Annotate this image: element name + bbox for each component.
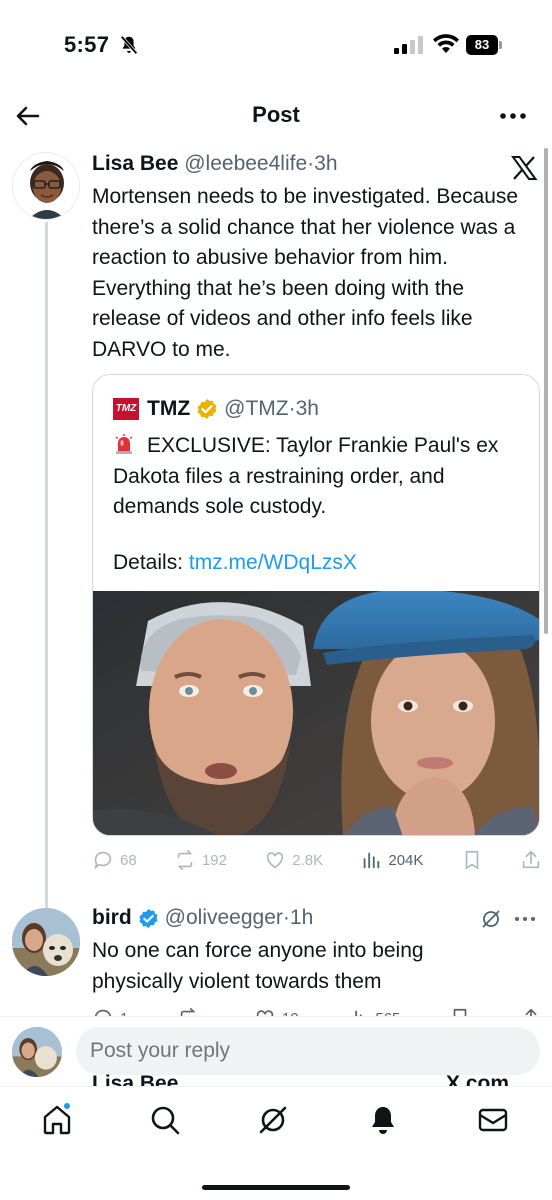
share-icon — [522, 850, 540, 869]
search-icon — [151, 1106, 180, 1135]
quote-body-text: EXCLUSIVE: Taylor Frankie Paul's ex Dako… — [113, 434, 499, 518]
mail-icon — [478, 1108, 508, 1132]
reply-meta-separator: · — [282, 906, 290, 929]
home-indicator — [202, 1185, 350, 1190]
reply-count: 68 — [120, 851, 137, 869]
repost-count: 192 — [201, 851, 227, 869]
reply-author-handle[interactable]: @oliveegger — [165, 906, 283, 930]
next-post-peek: Lisa Bee X.com — [0, 1072, 552, 1086]
quote-link[interactable]: tmz.me/WDqLzsX — [189, 551, 357, 574]
post-action-bar: 68 192 2.8K 204K — [92, 846, 542, 874]
more-icon[interactable] — [498, 102, 528, 130]
quote-author-line: TMZ TMZ @TMZ · 3h — [113, 397, 319, 421]
post-time: 3h — [314, 152, 338, 175]
next-post-author: Lisa Bee — [92, 1072, 179, 1086]
views-action[interactable]: 204K — [360, 849, 423, 871]
bookmark-icon — [465, 850, 479, 870]
reply-icon — [94, 851, 112, 870]
post-author-line: Lisa Bee @leebee4life·3h — [92, 152, 338, 176]
post-header: Post — [0, 92, 552, 140]
battery-level: 83 — [466, 35, 498, 55]
tmz-avatar-logo: TMZ — [113, 398, 139, 420]
avatar-illustration — [29, 161, 65, 219]
author-name[interactable]: Lisa Bee — [92, 152, 178, 175]
verified-blue-icon — [139, 908, 158, 928]
home-notification-dot — [62, 1101, 72, 1111]
tab-messages[interactable] — [476, 1103, 510, 1137]
siren-icon — [115, 434, 133, 454]
quote-author-handle: @TMZ — [224, 397, 289, 420]
reply-avatar-photo — [12, 908, 80, 976]
bottom-tab-bar — [0, 1086, 552, 1200]
avatar[interactable] — [12, 152, 80, 220]
grok-icon[interactable] — [480, 908, 502, 930]
quote-media-image[interactable] — [93, 591, 540, 836]
author-handle[interactable]: @leebee4life — [184, 152, 307, 175]
share-action[interactable] — [520, 849, 542, 871]
thread-connector-line — [45, 222, 48, 912]
post-text: Mortensen needs to be investigated. Beca… — [92, 185, 519, 361]
reply-more-icon[interactable] — [512, 908, 538, 930]
repost-icon — [177, 850, 193, 870]
grok-tab-icon — [259, 1106, 287, 1134]
views-icon — [364, 852, 380, 869]
reply-author-line: bird @oliveegger · 1h — [92, 906, 313, 930]
quote-time: 3h — [295, 397, 319, 420]
views-count: 204K — [388, 851, 424, 869]
verified-gold-icon — [197, 399, 217, 419]
compose-avatar-photo — [12, 1027, 62, 1077]
reply-avatar[interactable] — [12, 908, 80, 976]
repost-action[interactable]: 192 — [174, 849, 227, 871]
like-action[interactable]: 2.8K — [264, 849, 323, 871]
like-count: 2.8K — [292, 851, 324, 869]
quote-meta-separator: · — [288, 397, 296, 420]
page-title: Post — [252, 102, 300, 127]
reply-input[interactable] — [76, 1027, 540, 1075]
scrollbar[interactable] — [544, 148, 548, 634]
compose-avatar — [12, 1027, 62, 1077]
wifi-icon — [433, 34, 459, 53]
like-icon — [267, 852, 284, 869]
battery-tip — [499, 41, 502, 49]
reply-time: 1h — [289, 906, 314, 929]
bell-icon — [372, 1107, 394, 1134]
reply-author-name[interactable]: bird — [92, 906, 132, 930]
tab-notifications[interactable] — [366, 1103, 400, 1137]
x-logo-icon — [511, 156, 538, 180]
tab-home[interactable] — [40, 1101, 74, 1137]
quote-details-line: Details: tmz.me/WDqLzsX — [113, 551, 357, 575]
cellular-signal-icon — [394, 36, 423, 54]
details-label: Details: — [113, 551, 184, 574]
status-bar: 5:57 83 — [0, 0, 552, 92]
tab-search[interactable] — [148, 1103, 182, 1137]
bell-slash-icon — [120, 35, 138, 55]
tab-grok[interactable] — [256, 1103, 290, 1137]
battery-indicator: 83 — [466, 35, 502, 55]
quoted-post-card[interactable]: TMZ TMZ @TMZ · 3h EXCLUSIVE: Taylor Franki… — [92, 374, 540, 836]
status-time: 5:57 — [64, 32, 110, 57]
quote-author-name: TMZ — [147, 397, 191, 420]
next-post-right-text: X.com — [446, 1072, 510, 1086]
bookmark-action[interactable] — [461, 849, 483, 871]
reply-action[interactable]: 68 — [92, 849, 137, 871]
reply-text: No one can force anyone into being physi… — [92, 939, 424, 993]
quote-text: EXCLUSIVE: Taylor Frankie Paul's ex Dako… — [113, 431, 523, 523]
